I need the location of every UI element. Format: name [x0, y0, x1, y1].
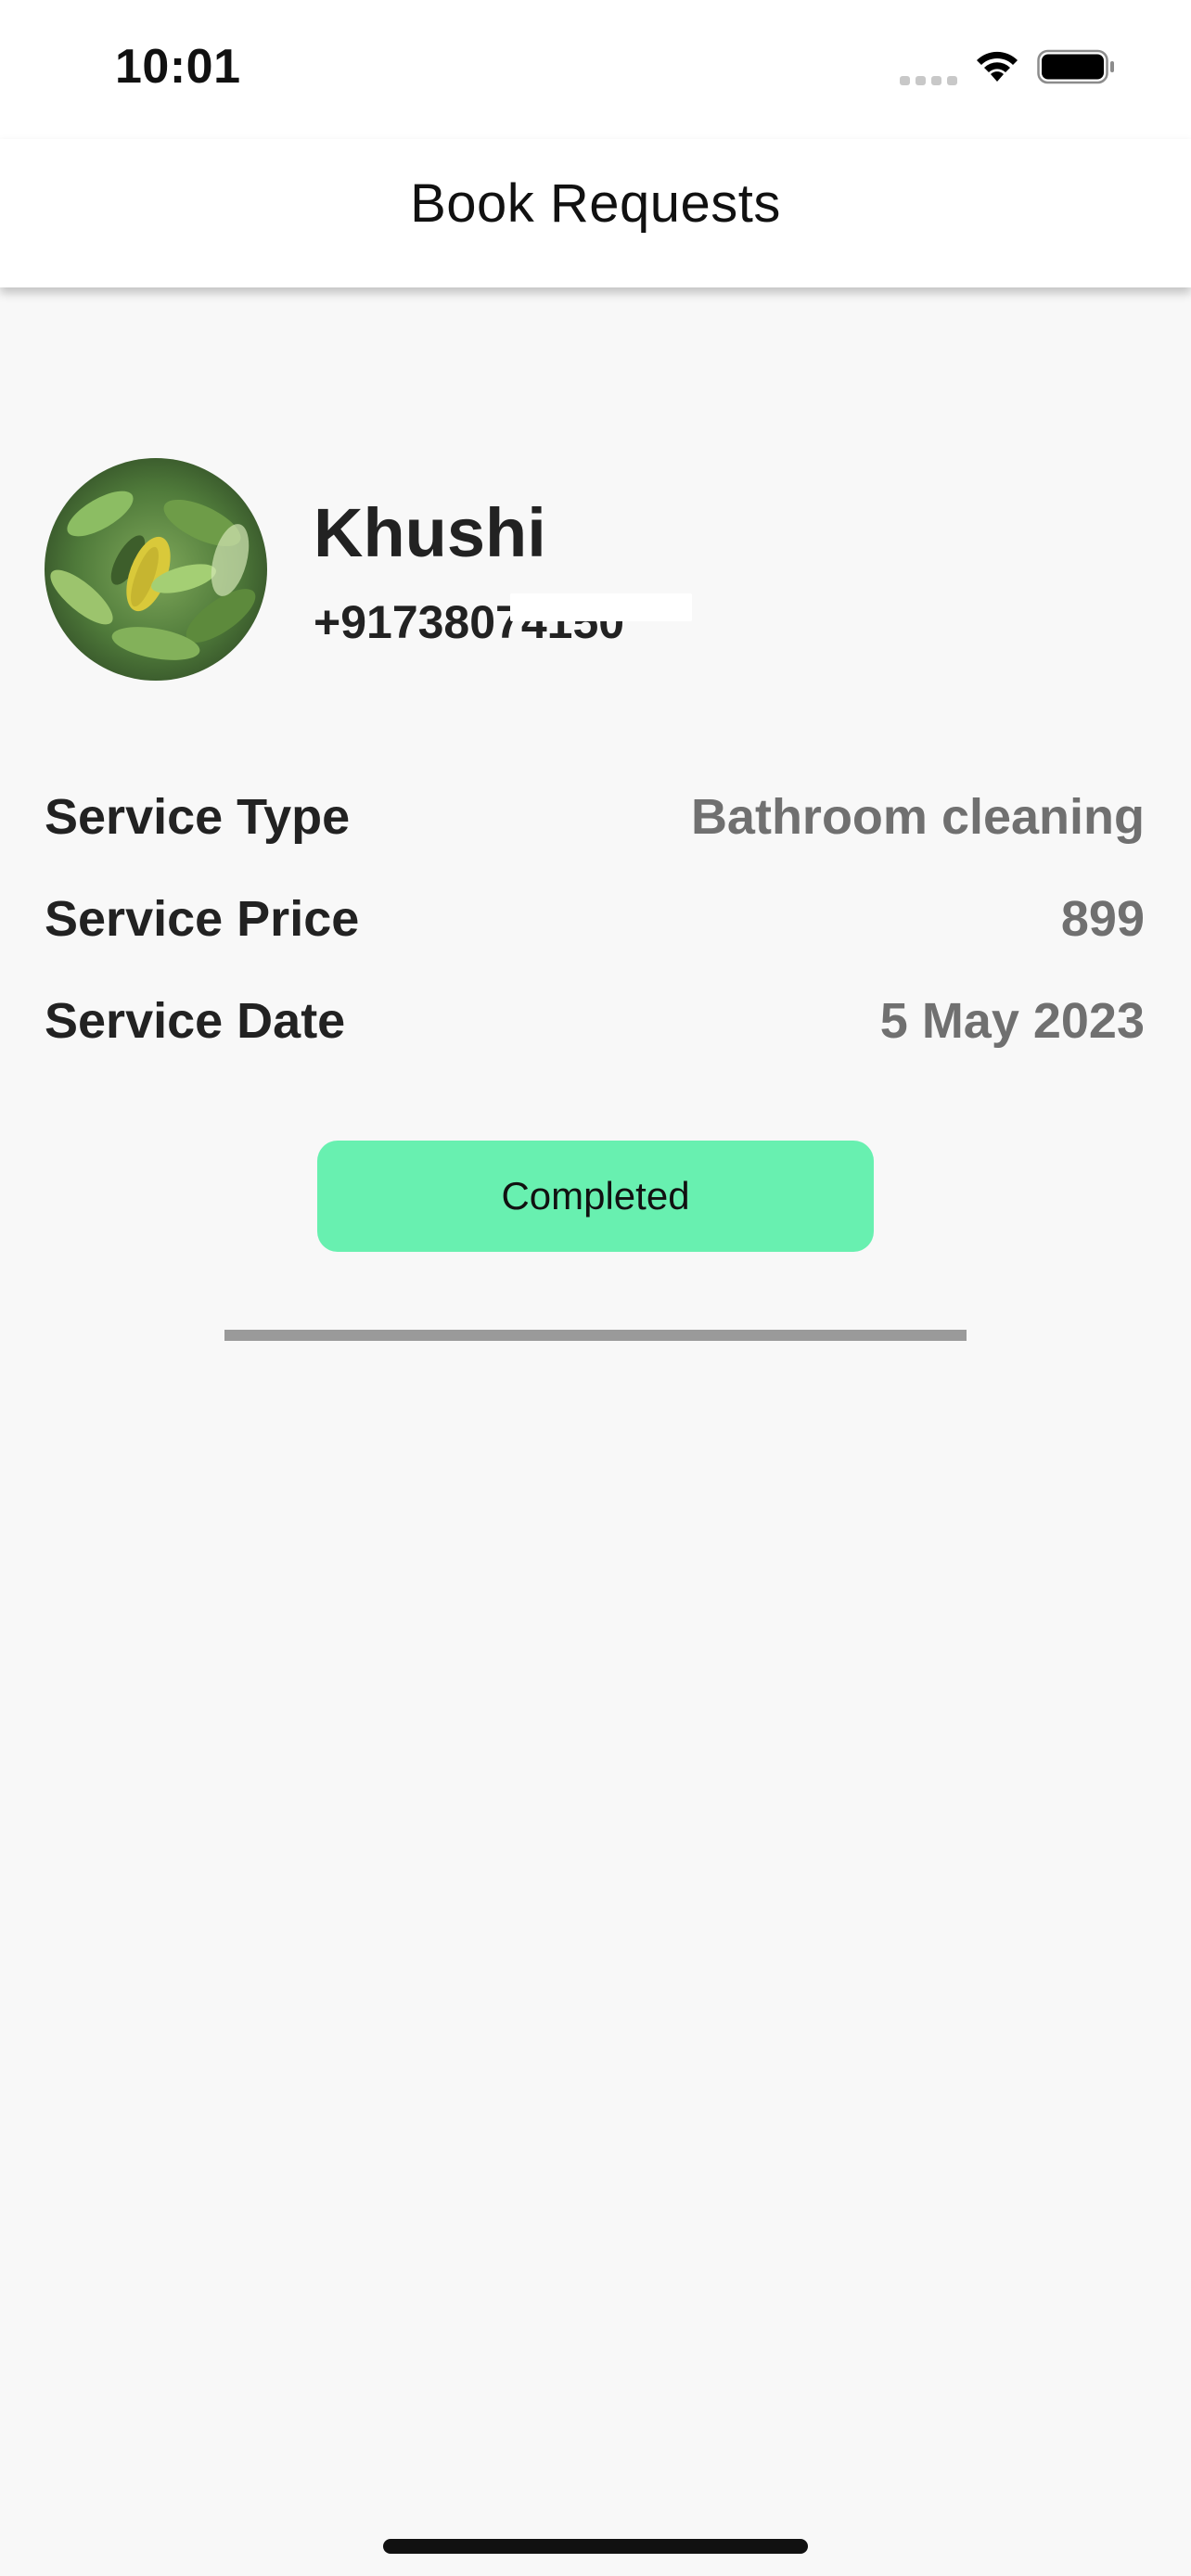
battery-icon [1037, 49, 1114, 84]
service-type-label: Service Type [45, 789, 351, 845]
status-time: 10:01 [115, 40, 241, 94]
booking-request-card: Khushi +91738074150 Service Type Bathroo… [0, 287, 1191, 2576]
wifi-icon [977, 51, 1018, 82]
detail-row-service-type: Service Type Bathroom cleaning [45, 788, 1145, 853]
service-date-label: Service Date [45, 993, 346, 1049]
avatar[interactable] [45, 458, 267, 681]
service-price-label: Service Price [45, 891, 360, 947]
app-bar: Book Requests [0, 139, 1191, 287]
phone-redaction [510, 593, 692, 621]
page-title: Book Requests [410, 173, 781, 234]
detail-row-service-price: Service Price 899 [45, 890, 1145, 955]
completed-status-button[interactable]: Completed [317, 1141, 874, 1252]
detail-row-service-date: Service Date 5 May 2023 [45, 992, 1145, 1057]
service-type-value: Bathroom cleaning [690, 789, 1145, 845]
leaf-photo-image [45, 458, 267, 681]
status-bar: 10:01 [0, 0, 1191, 139]
cellular-signal-icon [900, 76, 957, 85]
service-price-value: 899 [1060, 891, 1145, 947]
home-indicator[interactable] [383, 2539, 808, 2554]
divider [224, 1330, 967, 1341]
service-date-value: 5 May 2023 [879, 993, 1145, 1049]
customer-name: Khushi [314, 494, 546, 571]
